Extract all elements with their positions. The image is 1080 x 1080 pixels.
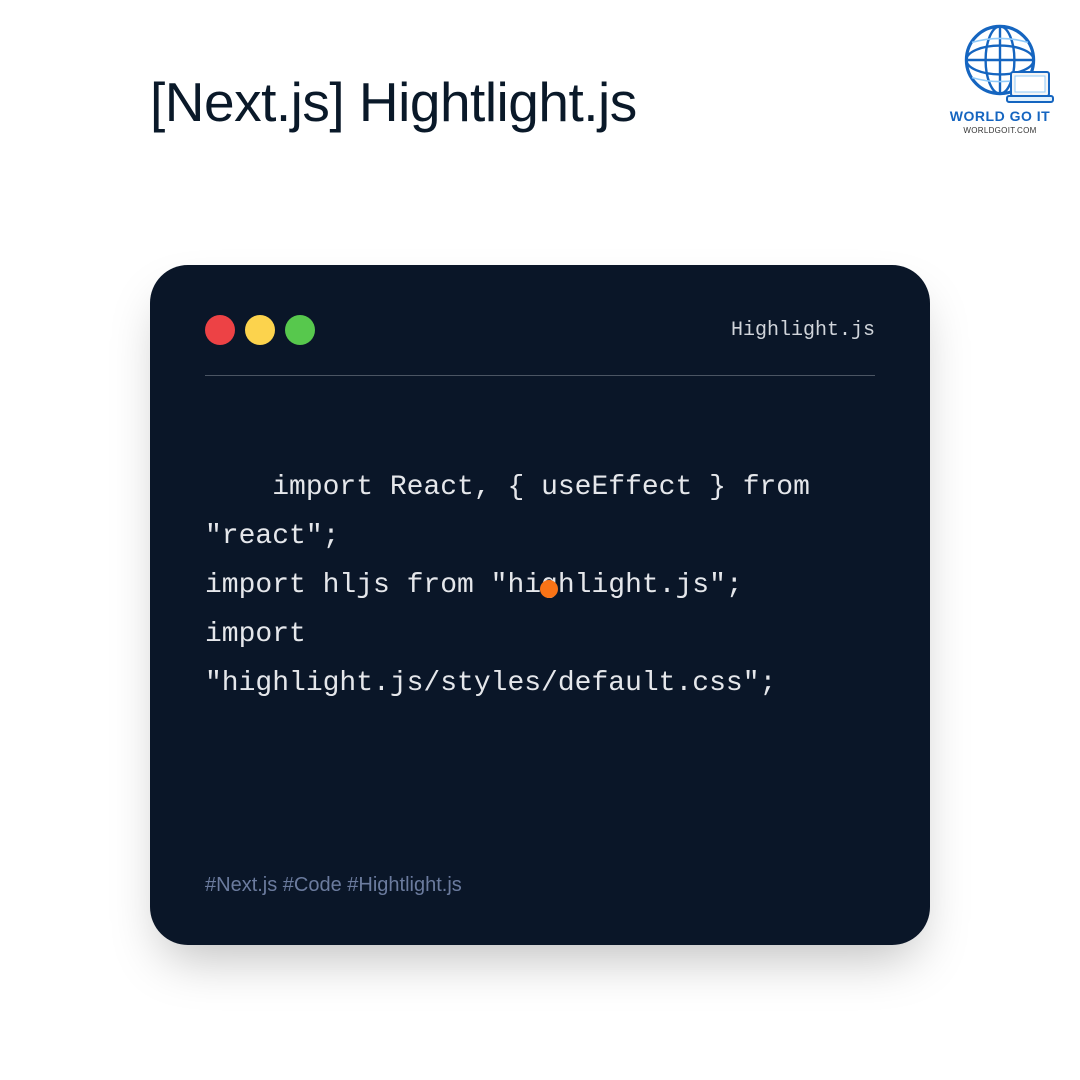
- code-text: import React, { useEffect } from "react"…: [205, 472, 827, 699]
- code-content: import React, { useEffect } from "react"…: [205, 414, 875, 806]
- laptop-icon: [1005, 70, 1055, 105]
- close-icon: [205, 315, 235, 345]
- globe-icon: [960, 20, 1040, 100]
- cursor-dot-icon: [540, 580, 558, 598]
- logo-text: WORLD GO IT: [940, 108, 1060, 124]
- logo-url: WORLDGOIT.COM: [940, 126, 1060, 135]
- window-title: Highlight.js: [731, 319, 875, 342]
- divider: [205, 375, 875, 376]
- traffic-lights: [205, 315, 315, 345]
- hashtags: #Next.js #Code #Hightlight.js: [205, 874, 462, 897]
- minimize-icon: [245, 315, 275, 345]
- logo-container: WORLD GO IT WORLDGOIT.COM: [940, 20, 1060, 135]
- code-window: Highlight.js import React, { useEffect }…: [150, 265, 930, 945]
- window-header: Highlight.js: [205, 315, 875, 375]
- maximize-icon: [285, 315, 315, 345]
- page-title: [Next.js] Hightlight.js: [150, 70, 637, 134]
